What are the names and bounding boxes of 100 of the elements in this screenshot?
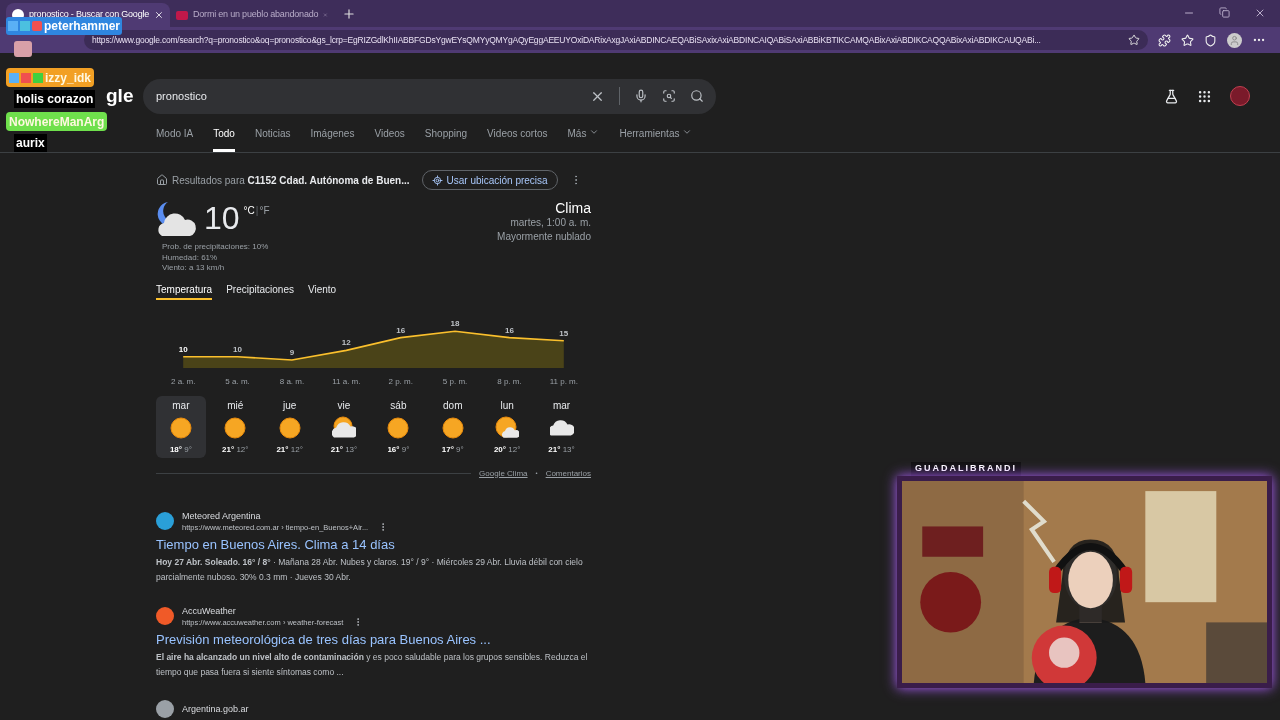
axis-label: 5 p. m. xyxy=(442,376,468,386)
data-label: 10 xyxy=(178,344,188,354)
search-tab[interactable]: Noticias xyxy=(254,126,291,152)
day-name: mar xyxy=(552,399,571,412)
weather-detail: Humedad: 61% xyxy=(162,252,219,263)
data-label: 10 xyxy=(233,344,242,354)
emote-icon xyxy=(14,41,32,57)
weather-detail: Prob. de precipitaciones: 10% xyxy=(162,242,270,253)
search-tab[interactable]: Imágenes xyxy=(310,126,355,152)
chat-message: aurix xyxy=(14,134,47,152)
axis-label: 11 a. m. xyxy=(332,376,361,386)
day-forecast[interactable]: sáb 16° 9° xyxy=(373,395,424,458)
search-tab[interactable]: Videos xyxy=(374,126,405,152)
restore-icon[interactable] xyxy=(1219,7,1230,18)
day-forecast[interactable]: mié 21° 12° xyxy=(210,395,261,458)
result-title-link[interactable]: Previsión meteorológica de tres días para Buenos Aires ... xyxy=(156,630,600,650)
day-name: mar xyxy=(172,399,190,412)
day-temps: 18° 9° xyxy=(169,443,192,456)
flask-icon[interactable] xyxy=(1164,88,1179,104)
result-snippet: Hoy 27 Abr. Soleado. 16° / 8° · Mañana 28 Abr. Nubes y claros. 19° / 9° · Miércoles 29 Abr. Lluvia débil con cielo parcialmente nuboso. 30% 0.3 mm · Jueves 30 Abr. xyxy=(156,555,584,584)
fahrenheit-unit[interactable]: °F xyxy=(259,203,270,218)
day-name: mié xyxy=(227,399,244,412)
temperature-value: 10 xyxy=(204,200,240,236)
data-label: 16 xyxy=(505,325,514,335)
lens-icon[interactable] xyxy=(662,89,676,103)
day-temps: 21° 13° xyxy=(548,443,575,456)
badge-icon xyxy=(9,72,19,83)
apps-icon[interactable] xyxy=(1197,88,1212,104)
sun-icon xyxy=(277,415,302,440)
weather-link[interactable]: Google Clima xyxy=(479,467,528,480)
username: NowhereManArg xyxy=(9,113,105,131)
locate-icon xyxy=(431,174,443,186)
axis-label: 2 p. m. xyxy=(388,376,413,386)
favorites-icon[interactable] xyxy=(1181,33,1194,47)
day-name: jue xyxy=(282,399,297,412)
sun-icon xyxy=(168,415,193,440)
site-name: Argentina.gob.ar xyxy=(182,703,249,715)
feedback-link[interactable]: Comentarios xyxy=(545,467,591,480)
search-field[interactable]: pronostico xyxy=(143,78,716,114)
extensions-icon[interactable] xyxy=(1158,33,1171,47)
day-name: lun xyxy=(500,399,514,412)
day-forecast[interactable]: jue 21° 12° xyxy=(264,395,315,458)
day-temps: 17° 9° xyxy=(441,443,464,456)
data-label: 16 xyxy=(396,325,406,335)
day-temps: 21° 12° xyxy=(276,443,303,456)
day-temps: 21° 13° xyxy=(330,443,358,456)
microphone-icon[interactable] xyxy=(634,89,648,103)
account-avatar[interactable] xyxy=(1230,86,1250,106)
profile-avatar[interactable] xyxy=(1227,32,1242,48)
username: izzy_idk xyxy=(45,69,92,87)
search-icon[interactable] xyxy=(690,89,704,103)
day-temps: 21° 12° xyxy=(222,443,249,456)
new-tab-icon[interactable] xyxy=(342,7,356,21)
sun-icon xyxy=(440,415,465,440)
axis-label: 5 a. m. xyxy=(225,376,250,386)
search-tab[interactable]: Videos cortos xyxy=(487,126,548,152)
close-icon[interactable] xyxy=(154,9,164,21)
day-forecast[interactable]: mar 21° 13° xyxy=(536,395,587,458)
weather-tab[interactable]: Precipitaciones xyxy=(226,281,294,300)
sun-cloud-icon xyxy=(332,415,356,440)
weather-tab[interactable]: Viento xyxy=(307,281,337,300)
day-forecast[interactable]: vie 21° 13° xyxy=(319,395,369,458)
url-text: https://www.google.com/search?q=pronostico&oq=pronostico&gs_lcrp=EgRIZGdlKhIIABBFGDsYgwEYsQMYyQMYgAQyEggAEEUYOxiDARixAxgJAxiABDINCAEQABiSAxixAxiABDINCAIQABiSAxiABBiKBTIKCAMQABixAxiABDIKCAQQABixAxiABDIKCAUQABi... xyxy=(92,33,1042,47)
moon-cloud-icon xyxy=(156,200,198,238)
data-label: 15 xyxy=(559,328,569,338)
data-label: 18 xyxy=(450,318,460,328)
axis-label: 8 p. m. xyxy=(497,376,522,386)
search-tab[interactable]: Todo xyxy=(213,126,235,152)
result-snippet: El aire ha alcanzado un nivel alto de contaminación y es poco saludable para los grupos sensibles. Reduzca el tiempo que pasa fuera si siente síntomas como ... xyxy=(156,651,589,679)
tab-title: Dormi en un pueblo abandonado xyxy=(193,8,319,22)
search-tab[interactable]: Shopping xyxy=(424,126,468,152)
search-tab[interactable]: Modo IA xyxy=(156,126,194,152)
search-tab[interactable]: Herramientas xyxy=(619,126,693,152)
shield-icon[interactable] xyxy=(1204,33,1217,47)
browser-tab[interactable]: Dormi en un pueblo abandonado xyxy=(170,3,334,27)
day-forecast[interactable]: dom 17° 9° xyxy=(427,395,478,458)
star-icon[interactable] xyxy=(1128,34,1140,46)
day-name: sáb xyxy=(390,399,407,412)
axis-label: 11 p. m. xyxy=(549,376,578,386)
axis-label: 8 a. m. xyxy=(279,376,305,386)
day-forecast[interactable]: lun 20° 12° xyxy=(482,395,533,458)
google-logo[interactable]: gle xyxy=(106,81,143,111)
weather-detail: Viento: a 13 km/h xyxy=(162,263,226,274)
search-query: pronostico xyxy=(156,88,208,104)
badge-icon xyxy=(33,72,43,83)
sun-icon xyxy=(223,415,248,440)
celsius-unit[interactable]: °C xyxy=(243,203,255,218)
day-name: dom xyxy=(443,399,463,412)
sun-cloud-icon xyxy=(495,415,520,440)
chat-message: holis corazon xyxy=(14,90,96,108)
video-favicon xyxy=(176,10,188,20)
close-icon[interactable] xyxy=(1254,7,1266,19)
data-label: 12 xyxy=(341,337,351,347)
weather-tab[interactable]: Temperatura xyxy=(156,281,213,300)
day-forecast[interactable]: mar 18° 9° xyxy=(156,395,206,458)
result-title-link[interactable]: Tiempo en Buenos Aires. Clima a 14 días xyxy=(156,534,600,555)
day-name: vie xyxy=(337,399,351,412)
search-tab[interactable]: Más xyxy=(567,126,600,152)
weather-condition: Mayormente nublado xyxy=(497,230,591,244)
weather-title: Clima xyxy=(555,200,591,216)
